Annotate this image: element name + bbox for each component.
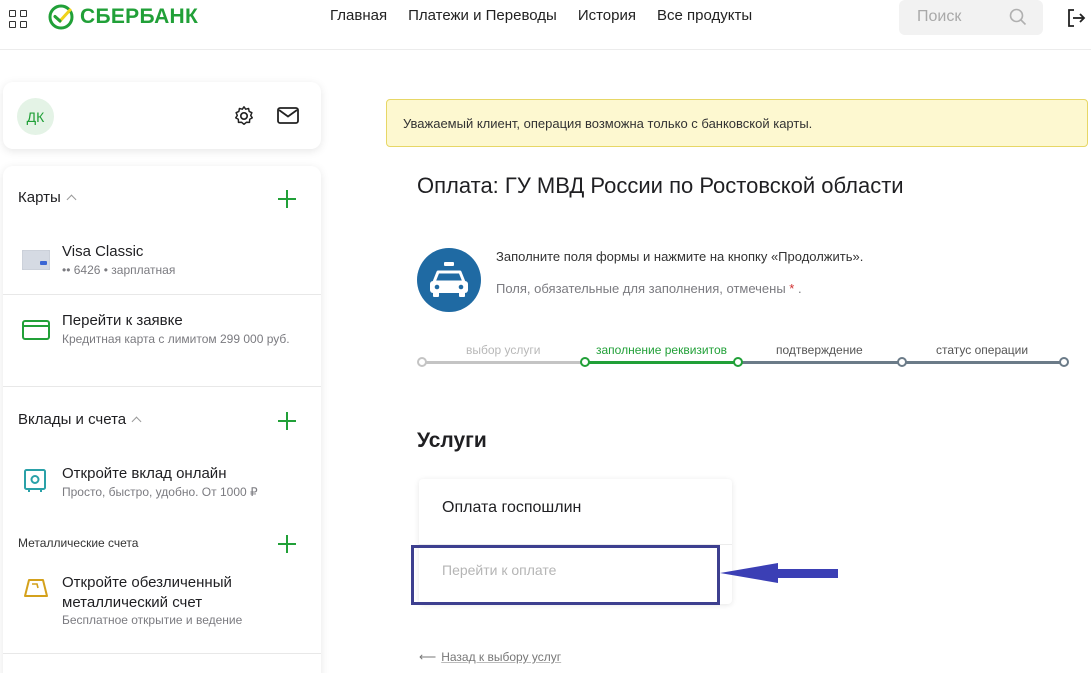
search-icon[interactable] [1009, 8, 1027, 26]
profile-card: ДК [3, 82, 321, 149]
mail-icon[interactable] [277, 107, 299, 124]
required-star: * [789, 281, 795, 296]
gold-bar-icon [24, 579, 48, 597]
required-fields-hint: Поля, обязательные для заполнения, отмеч… [496, 281, 802, 296]
highlight-box [411, 545, 720, 605]
main-nav: Главная Платежи и Переводы История Все п… [330, 7, 773, 24]
search-placeholder: Поиск [917, 8, 962, 25]
back-link-text: Назад к выбору услуг [441, 650, 562, 664]
add-metal-account-icon[interactable] [278, 535, 296, 553]
step-dot [733, 357, 743, 367]
deposits-section-title: Вклады и счета [18, 411, 127, 428]
alert-text: Уважаемый клиент, операция возможна толь… [403, 116, 813, 131]
chevron-up-icon [131, 416, 142, 427]
step-label-confirmation: подтверждение [776, 343, 863, 357]
step-dot [417, 357, 427, 367]
application-title: Перейти к заявке [62, 312, 183, 329]
credit-card-icon [22, 320, 50, 340]
back-to-services-link[interactable]: ⟵ Назад к выбору услуг [419, 650, 561, 664]
sber-logo-icon [48, 4, 74, 30]
deposits-section-toggle[interactable]: Вклады и счета [18, 411, 142, 428]
step-dot [1059, 357, 1069, 367]
step-dot [580, 357, 590, 367]
logo-text: СБЕРБАНК [80, 5, 199, 28]
top-bar: СБЕРБАНК Главная Платежи и Переводы Исто… [0, 0, 1091, 50]
bank-card-icon [22, 250, 50, 270]
services-title: Услуги [417, 429, 487, 452]
pointer-arrow-icon [720, 563, 838, 583]
apps-grid-icon[interactable] [9, 10, 27, 28]
page-title: Оплата: ГУ МВД России по Ростовской обла… [417, 173, 904, 198]
form-hint: Заполните поля формы и нажмите на кнопку… [496, 249, 864, 264]
logout-icon[interactable] [1066, 8, 1086, 28]
step-label-status: статус операции [936, 343, 1029, 357]
chevron-up-icon [66, 194, 77, 205]
deposit-title: Откройте вклад онлайн [62, 465, 227, 482]
service-name: Оплата госпошлин [442, 499, 582, 516]
cards-section-title: Карты [18, 189, 61, 206]
metal-account-subtitle: Бесплатное открытие и ведение [62, 613, 243, 627]
arrow-left-icon: ⟵ [419, 650, 437, 664]
avatar[interactable]: ДК [17, 98, 54, 135]
search-input[interactable]: Поиск [899, 0, 1043, 35]
divider [3, 653, 321, 654]
cards-section-toggle[interactable]: Карты [18, 189, 77, 206]
card-title: Visa Classic [62, 243, 144, 260]
sberbank-logo[interactable]: СБЕРБАНК [48, 3, 198, 31]
step-line-active [585, 361, 738, 364]
safe-icon [24, 469, 46, 492]
nav-all-products[interactable]: Все продукты [657, 7, 752, 24]
divider [3, 386, 321, 387]
gear-icon[interactable] [233, 105, 255, 127]
add-card-icon[interactable] [278, 190, 296, 208]
application-subtitle: Кредитная карта с лимитом 299 000 руб. [62, 332, 290, 346]
card-subtitle: •• 6426 • зарплатная [62, 263, 176, 277]
nav-history[interactable]: История [578, 7, 636, 24]
divider [3, 294, 321, 295]
step-label-fill-details: заполнение реквизитов [596, 343, 728, 357]
nav-main[interactable]: Главная [330, 7, 387, 24]
step-label-choose-service: выбор услуги [466, 343, 541, 357]
nav-payments[interactable]: Платежи и Переводы [408, 7, 557, 24]
metal-account-title: Откройте обезличенный металлический счет [62, 574, 232, 611]
add-deposit-icon[interactable] [278, 412, 296, 430]
step-line-done [422, 361, 585, 364]
sidebar: Карты Visa Classic •• 6426 • зарплатная … [3, 166, 321, 673]
metal-section-title: Металлические счета [18, 536, 139, 550]
alert-banner: Уважаемый клиент, операция возможна толь… [386, 99, 1088, 147]
progress-steps: выбор услуги заполнение реквизитов подтв… [417, 340, 1073, 370]
required-hint-end: . [797, 281, 802, 296]
police-car-icon [417, 248, 481, 312]
required-hint-text: Поля, обязательные для заполнения, отмеч… [496, 281, 786, 296]
deposit-subtitle: Просто, быстро, удобно. От 1000 ₽ [62, 485, 258, 499]
step-dot [897, 357, 907, 367]
